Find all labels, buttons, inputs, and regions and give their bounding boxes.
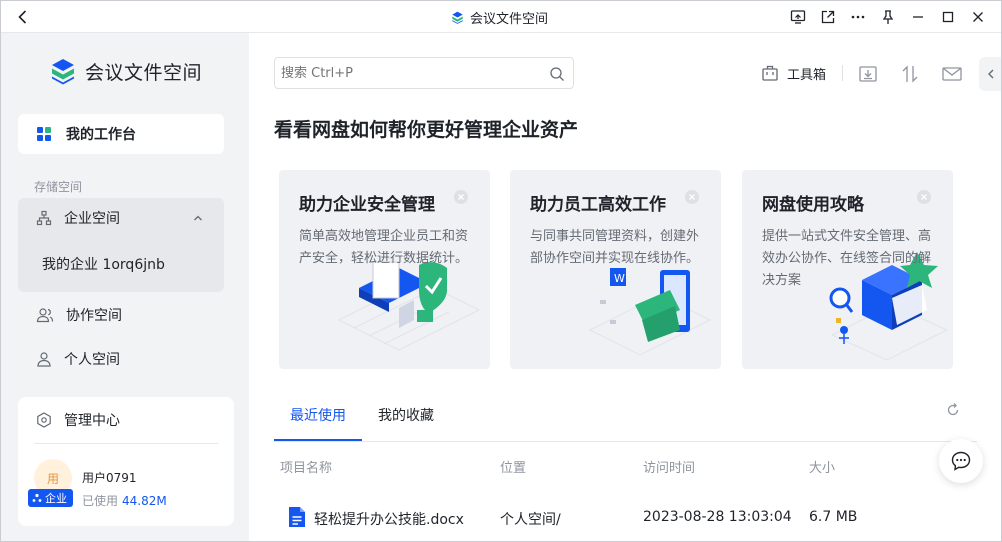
more-icon[interactable] <box>843 6 873 28</box>
chevron-left-icon <box>988 69 994 79</box>
app-window: 会议文件空间 会议文件空间 我的工作台 存储空间 企业空间 我的企业 1orq6… <box>0 0 1002 542</box>
window-title: 会议文件空间 <box>451 8 549 27</box>
app-logo-icon <box>452 11 463 24</box>
sidebar-item-enterprise-space[interactable]: 企业空间 <box>18 198 224 238</box>
chat-button[interactable] <box>939 439 983 483</box>
word-file-icon <box>289 507 305 527</box>
page-headline: 看看网盘如何帮你更好管理企业资产 <box>274 119 579 141</box>
close-icon[interactable] <box>963 6 993 28</box>
tab-bar: 最近使用 我的收藏 <box>274 405 974 441</box>
enterprise-badge-label: 企业 <box>45 492 67 505</box>
usage-label: 已使用 <box>82 494 119 508</box>
divider <box>274 441 977 442</box>
window-actions <box>783 6 993 28</box>
file-name[interactable]: 轻松提升办公技能.docx <box>314 509 464 529</box>
admin-card: 管理中心 用 企业 用户0791 已使用 44.82M <box>18 397 234 526</box>
window-title-text: 会议文件空间 <box>470 11 549 27</box>
card-description: 提供一站式文件安全管理、高效办公协作、在线签合同的解决方案 <box>762 229 932 288</box>
search-input[interactable] <box>274 57 574 89</box>
file-access-time: 2023-08-28 13:03:04 <box>643 509 792 525</box>
column-header-location[interactable]: 位置 <box>500 457 526 476</box>
enterprise-badge: 企业 <box>28 489 73 507</box>
divider <box>842 65 843 81</box>
minimize-icon[interactable] <box>903 6 933 28</box>
file-location: 个人空间/ <box>500 512 561 528</box>
card-description: 与同事共同管理资料，创建外部协作空间并实现在线协作。 <box>530 229 700 266</box>
sidebar-item-label: 管理中心 <box>64 413 120 429</box>
panel-collapse-tab[interactable] <box>979 57 1001 91</box>
sidebar-item-admin-center[interactable]: 管理中心 <box>18 401 120 439</box>
toolbox-label: 工具箱 <box>787 67 827 83</box>
card-description: 简单高效地管理企业员工和资产安全，轻松进行数据统计。 <box>299 229 469 266</box>
brand-logo-icon <box>52 59 74 85</box>
open-external-icon[interactable] <box>813 6 843 28</box>
toolbox-icon <box>762 65 778 81</box>
svg-text:W: W <box>614 272 625 285</box>
sidebar-item-label: 企业空间 <box>64 211 120 227</box>
brand: 会议文件空间 <box>49 57 202 85</box>
user-icon <box>37 352 51 367</box>
tab-favorites[interactable]: 我的收藏 <box>378 405 434 425</box>
column-header-name[interactable]: 项目名称 <box>280 457 332 476</box>
pin-icon[interactable] <box>873 6 903 28</box>
toolbox-button[interactable]: 工具箱 <box>761 63 826 83</box>
screen-share-icon[interactable] <box>783 6 813 28</box>
org-tree-icon <box>36 210 52 226</box>
divider <box>34 443 218 444</box>
org-icon <box>32 493 42 502</box>
transfer-icon[interactable] <box>899 63 921 85</box>
enterprise-space-group: 企业空间 我的企业 1orq6jnb <box>18 198 224 292</box>
download-icon[interactable] <box>857 63 879 85</box>
file-size: 6.7 MB <box>809 509 858 525</box>
brand-name: 会议文件空间 <box>85 61 203 84</box>
storage-section-label: 存储空间 <box>34 180 83 194</box>
sidebar-item-my-enterprise[interactable]: 我的企业 1orq6jnb <box>42 254 165 274</box>
search-icon[interactable] <box>549 66 565 82</box>
sidebar-item-label: 协作空间 <box>66 308 122 324</box>
tab-recent[interactable]: 最近使用 <box>290 405 346 425</box>
sidebar-item-label: 个人空间 <box>64 352 120 368</box>
maximize-icon[interactable] <box>933 6 963 28</box>
title-bar: 会议文件空间 <box>1 1 1001 33</box>
grid-icon <box>37 127 51 141</box>
users-icon <box>36 308 54 323</box>
chat-bubble-icon <box>951 451 971 471</box>
sidebar-item-workbench[interactable]: 我的工作台 <box>18 114 224 154</box>
user-name: 用户0791 <box>82 471 137 485</box>
mail-icon[interactable] <box>941 63 963 85</box>
refresh-icon[interactable] <box>945 402 961 418</box>
usage-value: 44.82M <box>122 494 167 508</box>
storage-usage: 已使用 44.82M <box>82 492 167 509</box>
sidebar-item-personal-space[interactable]: 个人空间 <box>18 339 224 379</box>
back-icon[interactable] <box>13 7 33 27</box>
sidebar-item-label: 我的工作台 <box>66 127 136 143</box>
chevron-up-icon[interactable] <box>192 212 204 224</box>
sidebar: 会议文件空间 我的工作台 存储空间 企业空间 我的企业 1orq6jnb 协作空… <box>1 33 249 541</box>
sidebar-item-collab-space[interactable]: 协作空间 <box>18 295 224 335</box>
column-header-size[interactable]: 大小 <box>809 457 835 476</box>
column-header-time[interactable]: 访问时间 <box>643 457 695 476</box>
settings-hexagon-icon <box>37 412 51 428</box>
